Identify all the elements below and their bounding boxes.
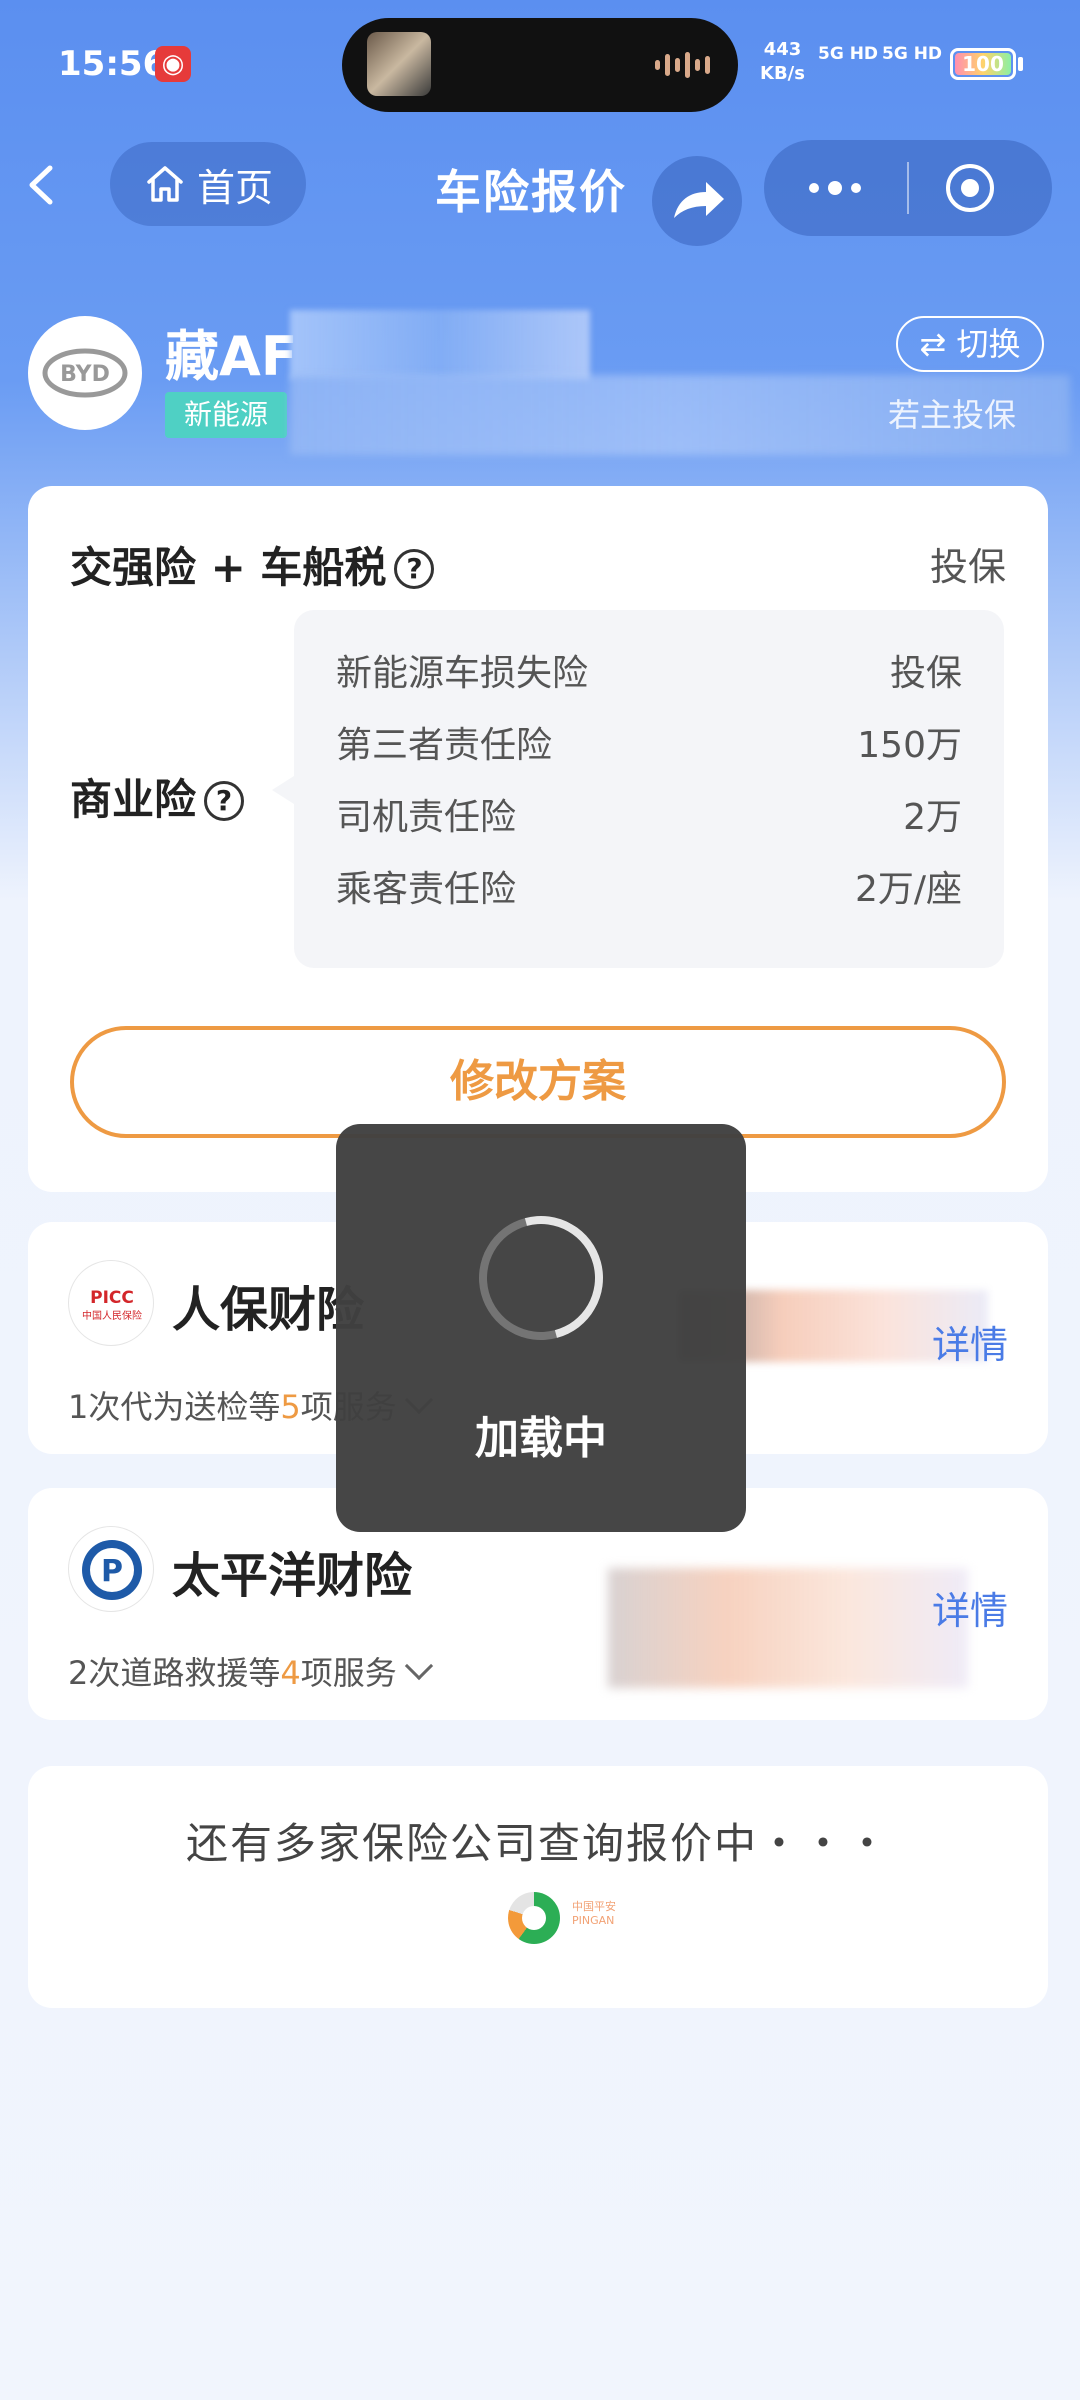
compulsory-action[interactable]: 投保: [930, 536, 1006, 591]
redacted-price: [608, 1568, 968, 1688]
item-name: 乘客责任险: [336, 869, 517, 910]
battery-icon: 100: [950, 48, 1016, 80]
more-insurers-text: 还有多家保险公司查询报价中・・・: [185, 1819, 890, 1868]
detail-link[interactable]: 详情: [932, 1314, 1008, 1369]
home-label: 首页: [196, 165, 273, 210]
list-item: 新能源车损失险 投保: [336, 638, 962, 710]
commercial-insurance-row: 商业险?: [70, 766, 245, 827]
license-plate: 藏AF: [165, 325, 298, 388]
help-icon[interactable]: ?: [394, 549, 435, 589]
detail-link[interactable]: 详情: [932, 1580, 1008, 1635]
home-icon: [147, 166, 183, 202]
switch-vehicle-button[interactable]: ⇄ 切换: [896, 316, 1044, 372]
album-art-icon: [367, 32, 431, 96]
share-button[interactable]: [652, 156, 742, 246]
cpic-logo-icon: P: [68, 1526, 154, 1612]
item-value: 2万: [903, 797, 962, 838]
compulsory-insurance-row: 交强险 + 车船税?: [70, 534, 435, 595]
status-time: 15:56: [58, 44, 167, 84]
loading-text: 加载中: [475, 1413, 607, 1464]
car-brand-logo: BYD: [28, 316, 142, 430]
item-name: 司机责任险: [336, 797, 517, 838]
help-icon[interactable]: ?: [204, 781, 245, 821]
more-insurers-card: 还有多家保险公司查询报价中・・・ 中国平安 PINGAN: [28, 1766, 1048, 2008]
item-name: 第三者责任险: [336, 725, 553, 766]
pingan-logo-text: 中国平安 PINGAN: [572, 1900, 616, 1927]
commercial-items-box: 新能源车损失险 投保 第三者责任险 150万 司机责任险 2万 乘客责任险 2万…: [272, 610, 1004, 968]
home-button[interactable]: 首页: [110, 142, 306, 226]
capsule-divider: [907, 162, 909, 214]
loading-toast: 加载中: [336, 1124, 746, 1532]
music-app-icon: ◉: [155, 46, 191, 82]
svg-text:P: P: [101, 1554, 123, 1589]
nev-tag: 新能源: [165, 392, 287, 438]
miniapp-capsule: [764, 140, 1052, 236]
battery-tip: [1018, 57, 1023, 71]
dynamic-island[interactable]: [342, 18, 738, 112]
owner-insure-link[interactable]: 若主投保: [888, 390, 1016, 436]
page-title: 车险报价: [435, 165, 627, 219]
signal-2-icon: 5G HD: [882, 44, 943, 64]
item-value: 2万/座: [854, 869, 962, 910]
nav-bar: 首页 车险报价: [0, 130, 1080, 246]
pingan-logo: 中国平安 PINGAN: [480, 1888, 640, 1948]
back-arrow-icon[interactable]: [18, 160, 68, 210]
status-bar: 15:56 ◉ 443 KB/s 5G HD 5G HD 100: [0, 0, 1080, 130]
item-name: 新能源车损失险: [336, 653, 589, 694]
list-item: 司机责任险 2万: [336, 782, 962, 854]
share-icon: [674, 182, 724, 218]
svg-text:中国人民保险: 中国人民保险: [82, 1309, 142, 1322]
item-value: 投保: [889, 653, 962, 694]
insurer-name: 太平洋财险: [172, 1548, 413, 1604]
svg-text:BYD: BYD: [60, 362, 110, 387]
picc-logo-icon: PICC 中国人民保险: [68, 1260, 154, 1346]
close-miniapp-icon[interactable]: [944, 162, 996, 214]
item-value: 150万: [857, 725, 962, 766]
redacted-plate: [290, 310, 590, 380]
signal-1-icon: 5G HD: [818, 44, 879, 64]
commercial-label: 商业险: [70, 775, 197, 824]
pingan-logo-icon: [508, 1892, 560, 1944]
more-dots-icon[interactable]: [800, 168, 870, 208]
chevron-down-icon: [404, 1651, 433, 1681]
svg-text:PICC: PICC: [90, 1288, 134, 1308]
compulsory-label: 交强险 + 车船税: [70, 543, 387, 592]
audio-wave-icon: [655, 52, 710, 78]
insurer-services[interactable]: 2次道路救援等4项服务: [68, 1648, 433, 1694]
loading-spinner-icon: [456, 1193, 626, 1363]
list-item: 第三者责任险 150万: [336, 710, 962, 782]
plan-card: 交强险 + 车船税? 投保 商业险? 新能源车损失险 投保 第三者责任险 150…: [28, 486, 1048, 1192]
net-speed: 443 KB/s: [760, 39, 805, 84]
modify-plan-button[interactable]: 修改方案: [70, 1026, 1006, 1138]
list-item: 乘客责任险 2万/座: [336, 854, 962, 926]
battery-level: 100: [955, 53, 1011, 75]
